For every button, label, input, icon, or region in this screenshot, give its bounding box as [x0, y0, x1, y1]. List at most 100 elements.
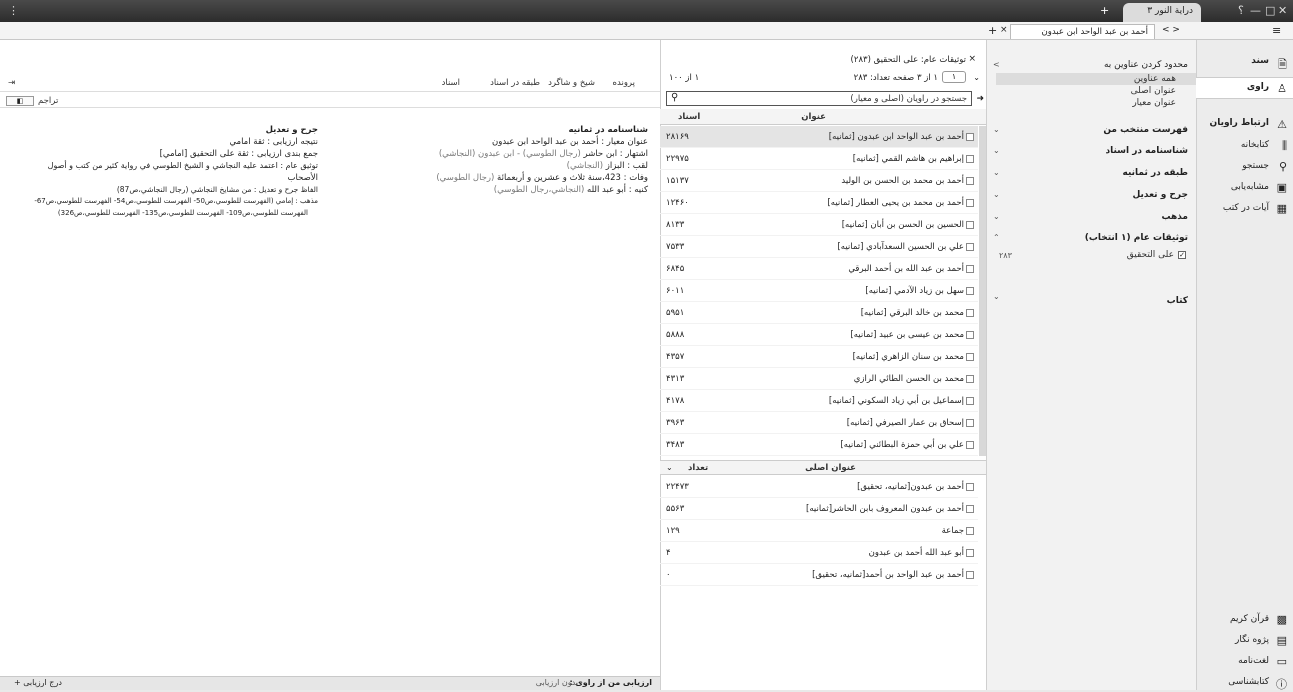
section-tawthiqat[interactable]: توثیقات عام (۱ انتخاب)	[1085, 233, 1188, 243]
chevron-down-icon[interactable]: ⌄	[993, 146, 1000, 155]
list-scrollbar[interactable]	[979, 126, 986, 456]
row-checkbox[interactable]	[966, 549, 974, 557]
list-item[interactable]: جماعة ۱۲۹	[660, 520, 978, 542]
table-row[interactable]: أحمد بن محمد بن یحیی العطار [ثمانیه] ۱۲۴۶…	[660, 192, 978, 214]
translations-toggle[interactable]: ◧	[6, 96, 34, 106]
table-row[interactable]: أحمد بن عبد الواحد ابن عبدون [ثمانیه] ۲۸۱…	[660, 126, 978, 148]
expand-icon[interactable]: ⇥	[8, 78, 15, 88]
new-tab-icon[interactable]: +	[1100, 4, 1109, 17]
row-checkbox[interactable]	[966, 155, 974, 163]
nav-arrows-icon[interactable]: < >	[1162, 25, 1180, 35]
row-checkbox[interactable]	[966, 571, 974, 579]
row-checkbox[interactable]	[966, 331, 974, 339]
back-arrow-icon[interactable]: ➜	[976, 94, 984, 104]
row-checkbox[interactable]	[966, 483, 974, 491]
list-item[interactable]: أحمد بن عبدون المعروف بابن الحاشر[ثمانیه…	[660, 498, 978, 520]
list-item[interactable]: أحمد بن عبد الواحد بن أحمد[ثمانیه، تحقیق…	[660, 564, 978, 586]
close-icon[interactable]: ✕	[1278, 4, 1287, 17]
tab-file[interactable]: پرونده	[613, 78, 635, 88]
table-row[interactable]: إبراهیم بن هاشم القمي [ثمانیه] ۲۲۹۷۵	[660, 148, 978, 170]
table-row[interactable]: محمد بن الحسن الطائي الرازي ۴۳۱۳	[660, 368, 978, 390]
chevron-down-icon[interactable]: ⌄	[973, 73, 980, 82]
row-checkbox[interactable]	[966, 177, 974, 185]
table-row[interactable]: أحمد بن عبد الله بن أحمد البرقي ۶۸۴۵	[660, 258, 978, 280]
chevron-down-icon[interactable]: ⌄	[993, 190, 1000, 199]
row-checkbox[interactable]	[966, 441, 974, 449]
sidebar-item-bibliography[interactable]: ⓘ کتابشناسی	[1196, 674, 1293, 692]
table-row[interactable]: محمد بن عیسی بن عبید [ثمانیه] ۵۸۸۸	[660, 324, 978, 346]
tab-asnad[interactable]: اسناد	[442, 78, 460, 88]
row-checkbox[interactable]	[966, 243, 974, 251]
row-checkbox[interactable]	[966, 527, 974, 535]
sidebar-item-search[interactable]: ⚲ جستجو	[1196, 158, 1293, 176]
chevron-down-icon[interactable]: ⌄	[666, 463, 673, 472]
doc-tab[interactable]: أحمد بن عبد الواحد ابن عبدون	[1010, 24, 1155, 39]
chevron-up-icon[interactable]: ⌃	[993, 233, 1000, 242]
section-madhhab[interactable]: مذهب	[1161, 212, 1188, 222]
sidebar-item-network[interactable]: ⚠ ارتباط راویان	[1196, 114, 1293, 136]
list-item[interactable]: أحمد بن عبدون[ثمانیه، تحقیق] ۲۲۴۷۳	[660, 476, 978, 498]
sidebar-item-quran[interactable]: ▩ قرآن کریم	[1196, 611, 1293, 629]
add-doc-tab-icon[interactable]: +	[988, 24, 997, 37]
sub-col-title[interactable]: عنوان اصلی	[805, 463, 856, 473]
tawthiq-checkbox[interactable]: ✓	[1178, 251, 1186, 259]
sidebar-item-rawi[interactable]: ♙ راوی	[1196, 77, 1293, 99]
sidebar-item-notes[interactable]: ▤ پژوه نگار	[1196, 632, 1293, 650]
chevron-down-icon[interactable]: ⌄	[993, 168, 1000, 177]
col-count[interactable]: اسناد	[678, 112, 700, 122]
row-checkbox[interactable]	[966, 221, 974, 229]
section-tabaqa[interactable]: طبقه در ثمانیه	[1123, 168, 1188, 178]
sidebar-item-ayat[interactable]: ▦ آیات در کتب	[1196, 200, 1293, 218]
row-checkbox[interactable]	[966, 287, 974, 295]
table-row[interactable]: محمد بن سنان الزاهري [ثمانیه] ۴۳۵۷	[660, 346, 978, 368]
option-all-titles[interactable]: همه عناوین	[1134, 74, 1176, 84]
row-checkbox[interactable]	[966, 397, 974, 405]
col-title[interactable]: عنوان	[801, 112, 826, 122]
chip-close-icon[interactable]: ×	[968, 54, 976, 64]
row-checkbox[interactable]	[966, 505, 974, 513]
row-checkbox[interactable]	[966, 265, 974, 273]
maximize-icon[interactable]: □	[1265, 4, 1275, 17]
minimize-icon[interactable]: —	[1250, 4, 1261, 17]
help-icon[interactable]: ؟	[1238, 4, 1244, 17]
menu-icon[interactable]: ≡	[1272, 24, 1281, 37]
row-checkbox[interactable]	[966, 375, 974, 383]
row-checkbox[interactable]	[966, 199, 974, 207]
row-checkbox[interactable]	[966, 309, 974, 317]
table-row[interactable]: علي بن أبي حمزة البطائني [ثمانیه] ۳۴۸۳	[660, 434, 978, 456]
translations-label[interactable]: تراجم	[38, 96, 58, 106]
row-checkbox[interactable]	[966, 353, 974, 361]
option-standard-title[interactable]: عنوان معیار	[1132, 98, 1176, 108]
section-books[interactable]: کتاب	[1167, 296, 1188, 306]
table-row[interactable]: سهل بن زیاد الآدمي [ثمانیه] ۶۰۱۱	[660, 280, 978, 302]
sidebar-item-dictionary[interactable]: ▭ لغت‌نامه	[1196, 653, 1293, 671]
tab-teacher-student[interactable]: شیخ و شاگرد	[548, 78, 595, 88]
chevron-down-icon[interactable]: ⌄	[993, 292, 1000, 301]
table-row[interactable]: علي بن الحسین السعدآبادي [ثمانیه] ۷۵۳۳	[660, 236, 978, 258]
search-input[interactable]: جستجو در راویان (اصلی و معیار) ⚲	[666, 91, 972, 106]
sub-col-count[interactable]: تعداد	[688, 463, 708, 473]
table-row[interactable]: إسحاق بن عمار الصیرفي [ثمانیه] ۳۹۶۳	[660, 412, 978, 434]
window-tab[interactable]: درایة النور ۳	[1123, 3, 1201, 22]
section-jarh[interactable]: جرح و تعدیل	[1132, 190, 1188, 200]
add-eval-button[interactable]: درج ارزیابی +	[14, 678, 62, 687]
row-checkbox[interactable]	[966, 133, 974, 141]
doc-tab-close-icon[interactable]: ×	[1000, 25, 1008, 35]
table-row[interactable]: الحسین بن الحسن بن أبان [ثمانیه] ۸۱۳۳	[660, 214, 978, 236]
sidebar-item-compare[interactable]: ▣ مشابه‌یابی	[1196, 179, 1293, 197]
table-row[interactable]: إسماعیل بن أبي زیاد السکوني [ثمانیه] ۴۱۷۸	[660, 390, 978, 412]
sidebar-item-sanad[interactable]: 🗎 سند	[1196, 52, 1293, 74]
chevron-left-icon[interactable]: >	[993, 60, 1000, 69]
section-my-list[interactable]: فهرست منتخب من	[1103, 125, 1188, 135]
chevron-down-icon[interactable]: ⌄	[993, 212, 1000, 221]
tab-tabaqa[interactable]: طبقه در اسناد	[490, 78, 540, 88]
more-icon[interactable]: ⋮	[8, 4, 19, 17]
option-main-title[interactable]: عنوان اصلی	[1131, 86, 1176, 96]
list-item[interactable]: أبو عبد الله أحمد بن عبدون ۴	[660, 542, 978, 564]
table-row[interactable]: أحمد بن محمد بن الحسن بن الولید ۱۵۱۳۷	[660, 170, 978, 192]
chevron-down-icon[interactable]: ⌄	[993, 125, 1000, 134]
row-checkbox[interactable]	[966, 419, 974, 427]
sidebar-item-library[interactable]: ⫼ کتابخانه	[1196, 137, 1293, 155]
page-input[interactable]: ۱	[942, 71, 966, 83]
section-id-in-asnad[interactable]: شناسنامه در اسناد	[1105, 146, 1188, 156]
